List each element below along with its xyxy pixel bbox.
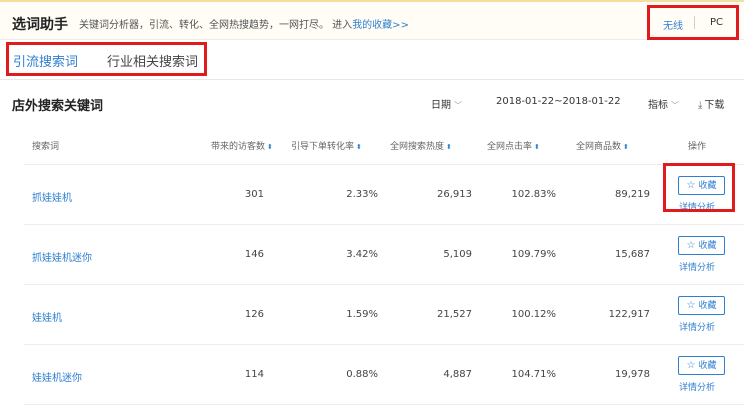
sort-icon: ⬍ [356, 143, 362, 151]
keyword-link[interactable]: 抓娃娃机 [32, 189, 72, 204]
star-icon: ☆ [686, 240, 696, 251]
date-label: 日期 [431, 100, 451, 111]
sort-icon: ⬍ [267, 143, 273, 151]
tabs-highlight: 引流搜索词 行业相关搜索词 [6, 42, 207, 76]
sort-icon: ⬍ [623, 143, 629, 151]
products-cell: 19,978 [615, 369, 650, 380]
col-visitors-label: 带来的访客数 [211, 142, 266, 152]
products-cell: 15,687 [615, 249, 650, 260]
col-ctr[interactable]: 全网点击率 ⬍ [487, 139, 540, 152]
col-ctr-label: 全网点击率 [487, 142, 533, 152]
metric-dropdown[interactable]: 指标 ﹀ [648, 96, 679, 111]
tab-traffic-keywords[interactable]: 引流搜索词 [13, 51, 78, 70]
download-label: 下载 [704, 100, 725, 111]
heat-cell: 4,887 [443, 369, 472, 380]
intro-text: 关键词分析器，引流、转化、全网热搜趋势，一网打尽。 进入我的收藏>> [79, 16, 409, 31]
device-pc-option[interactable]: PC [710, 17, 723, 28]
products-cell: 122,917 [608, 309, 650, 320]
top-bar: 选词助手 关键词分析器，引流、转化、全网热搜趋势，一网打尽。 进入我的收藏>> … [0, 0, 744, 40]
device-switch: 无线 PC [647, 5, 739, 40]
col-products-label: 全网商品数 [576, 142, 622, 152]
col-heat[interactable]: 全网搜索热度 ⬍ [390, 139, 452, 152]
section-header: 店外搜索关键词 日期 ﹀ 2018-01-22~2018-01-22 指标 ﹀ ⤓ 下… [0, 81, 744, 124]
device-divider [694, 16, 695, 29]
products-cell: 89,219 [615, 189, 650, 200]
date-range: 2018-01-22~2018-01-22 [496, 96, 621, 107]
favorite-label: 收藏 [698, 301, 717, 311]
table-row: 娃娃机 126 1.59% 21,527 100.12% 122,917 ☆ 收藏… [24, 285, 744, 345]
ctr-cell: 100.12% [511, 309, 557, 320]
ctr-cell: 109.79% [511, 249, 557, 260]
conversion-cell: 1.59% [346, 309, 378, 320]
ctr-cell: 104.71% [511, 369, 557, 380]
favorite-highlight [663, 163, 735, 212]
visitors-cell: 146 [244, 249, 264, 260]
col-visitors[interactable]: 带来的访客数 ⬍ [211, 139, 273, 152]
keyword-link[interactable]: 娃娃机 [32, 309, 62, 324]
sort-icon: ⬍ [446, 143, 452, 151]
star-icon: ☆ [686, 300, 696, 311]
col-conversion[interactable]: 引导下单转化率 ⬍ [291, 139, 362, 152]
tabs-row: 引流搜索词 行业相关搜索词 [0, 40, 744, 80]
favorite-button[interactable]: ☆ 收藏 [678, 236, 725, 255]
device-wireless-option[interactable]: 无线 [663, 17, 683, 32]
my-favorites-link[interactable]: 我的收藏>> [352, 20, 409, 31]
detail-analysis-link[interactable]: 详情分析 [679, 260, 715, 273]
col-keyword: 搜索词 [32, 142, 60, 152]
heat-cell: 26,913 [437, 189, 472, 200]
visitors-cell: 126 [244, 309, 264, 320]
col-actions: 操作 [688, 142, 707, 152]
keyword-link[interactable]: 抓娃娃机迷你 [32, 249, 92, 264]
visitors-cell: 114 [244, 369, 264, 380]
table-header: 搜索词 带来的访客数 ⬍ 引导下单转化率 ⬍ 全网搜索热度 ⬍ 全网点击率 ⬍ 全网商品… [24, 124, 744, 165]
favorite-button[interactable]: ☆ 收藏 [678, 356, 725, 375]
date-dropdown[interactable]: 日期 ﹀ [431, 96, 462, 111]
conversion-cell: 2.33% [346, 189, 378, 200]
favorite-label: 收藏 [698, 361, 717, 371]
section-title: 店外搜索关键词 [12, 99, 104, 114]
detail-analysis-link[interactable]: 详情分析 [679, 380, 715, 393]
conversion-cell: 3.42% [346, 249, 378, 260]
table-row: 抓娃娃机 301 2.33% 26,913 102.83% 89,219 ☆ 收藏… [24, 165, 744, 225]
favorite-button[interactable]: ☆ 收藏 [678, 296, 725, 315]
table-row: 抓娃娃机迷你 146 3.42% 5,109 109.79% 15,687 ☆ 收… [24, 225, 744, 285]
heat-cell: 21,527 [437, 309, 472, 320]
download-button[interactable]: ⤓ 下载 [698, 96, 724, 111]
ctr-cell: 102.83% [511, 189, 557, 200]
keyword-table: 搜索词 带来的访客数 ⬍ 引导下单转化率 ⬍ 全网搜索热度 ⬍ 全网点击率 ⬍ 全网商品… [24, 124, 744, 405]
intro-description: 关键词分析器，引流、转化、全网热搜趋势，一网打尽。 进入 [79, 20, 353, 31]
keyword-link[interactable]: 娃娃机迷你 [32, 369, 82, 384]
star-icon: ☆ [686, 360, 696, 371]
metric-label: 指标 [648, 100, 668, 111]
tab-industry-keywords[interactable]: 行业相关搜索词 [107, 51, 198, 70]
favorite-label: 收藏 [698, 241, 717, 251]
detail-analysis-link[interactable]: 详情分析 [679, 320, 715, 333]
app-title: 选词助手 [12, 17, 68, 33]
chevron-down-icon: ﹀ [454, 101, 462, 110]
sort-icon: ⬍ [534, 143, 540, 151]
conversion-cell: 0.88% [346, 369, 378, 380]
heat-cell: 5,109 [443, 249, 472, 260]
col-products[interactable]: 全网商品数 ⬍ [576, 139, 629, 152]
col-conversion-label: 引导下单转化率 [291, 142, 355, 152]
chevron-down-icon: ﹀ [671, 101, 679, 110]
visitors-cell: 301 [244, 189, 264, 200]
col-heat-label: 全网搜索热度 [390, 142, 445, 152]
download-icon: ⤓ [698, 100, 703, 111]
table-row: 娃娃机迷你 114 0.88% 4,887 104.71% 19,978 ☆ 收藏… [24, 345, 744, 405]
